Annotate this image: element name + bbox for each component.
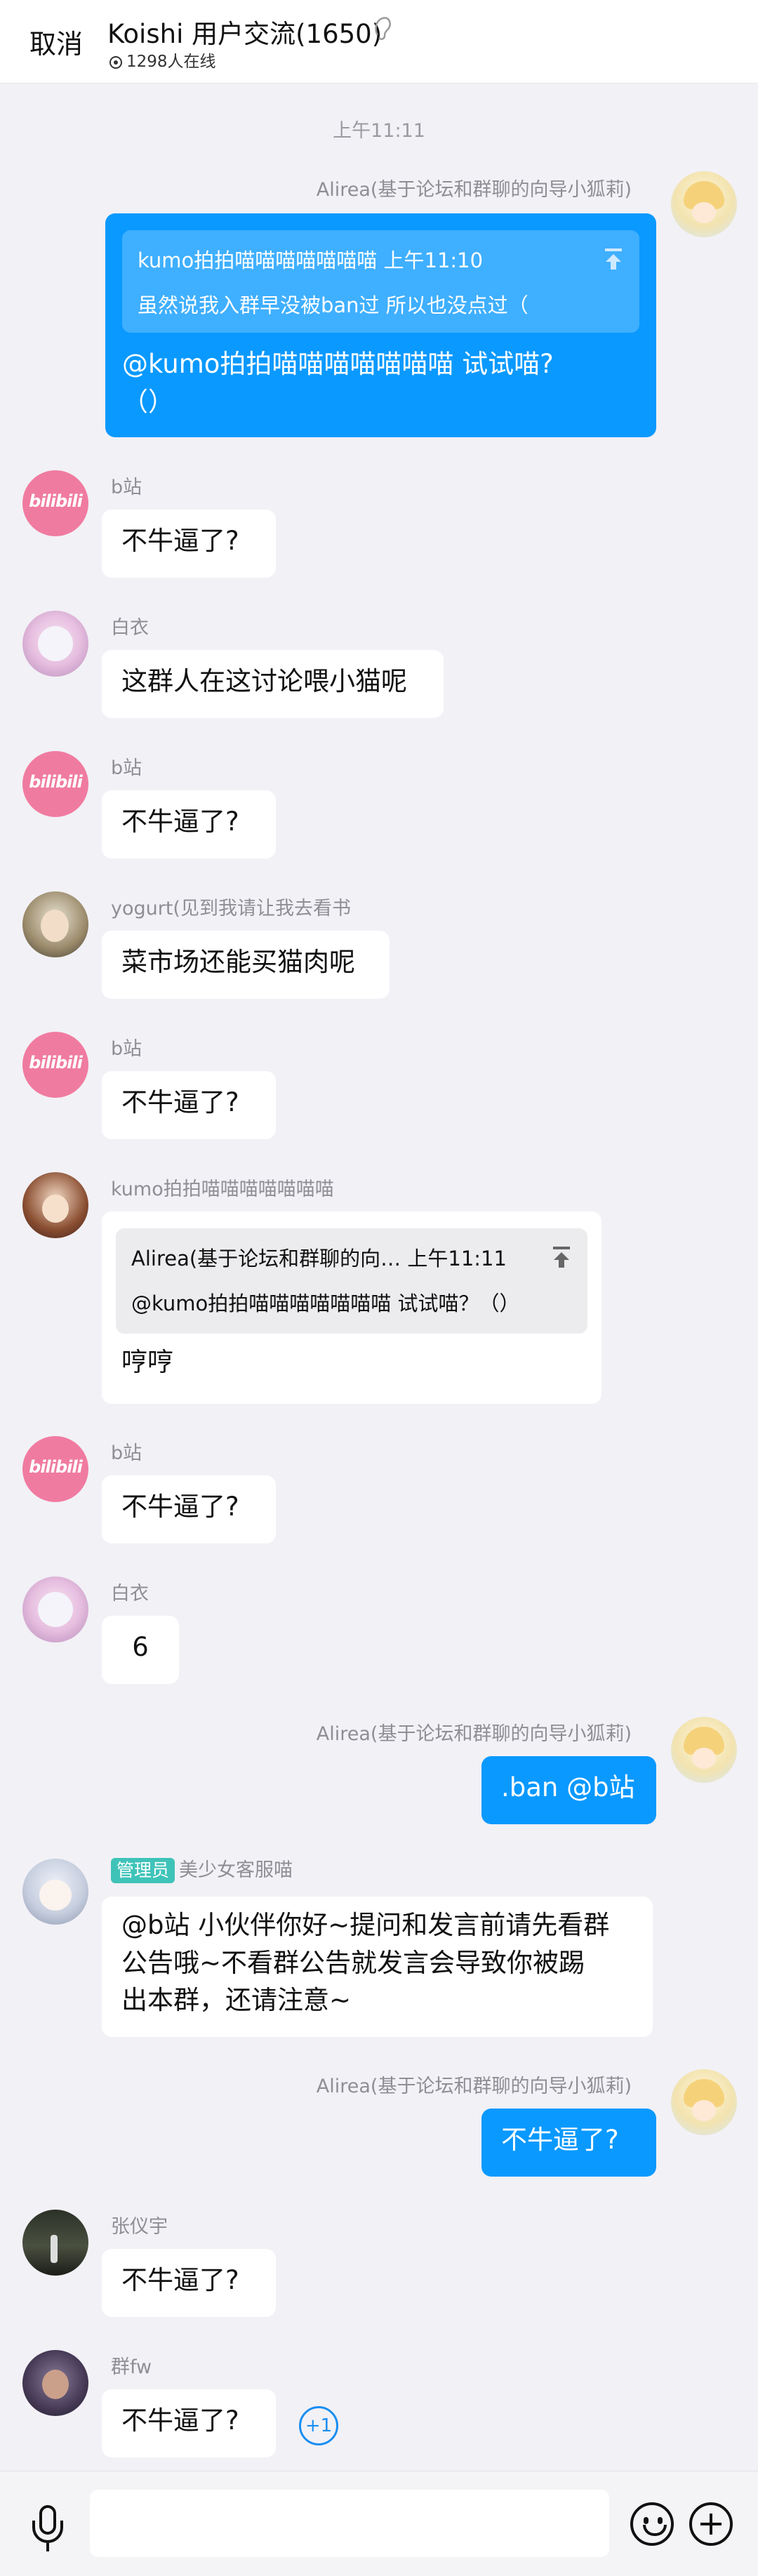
sender-name: Alirea(基于论坛和群聊的向导小狐莉)	[316, 179, 632, 201]
sender-name: kumo拍拍喵喵喵喵喵喵喵	[111, 1179, 334, 1200]
message-text: 哼哼	[121, 1347, 173, 1377]
bili-logo: bilibili	[29, 1457, 83, 1477]
admin-badge: 管理员	[111, 1858, 175, 1883]
message-bubble[interactable]: .ban @b站	[481, 1756, 656, 1824]
sender-name-text: 美少女客服喵	[179, 1859, 293, 1881]
message-bubble[interactable]: 这群人在这讨论喂小猫呢	[102, 650, 444, 718]
avatar[interactable]	[671, 2069, 737, 2135]
sender-name: yogurt(见到我请让我去看书	[111, 898, 351, 919]
sender-name: Alirea(基于论坛和群聊的向导小狐莉)	[316, 1723, 632, 1745]
avatar[interactable]	[671, 171, 737, 237]
message-bubble[interactable]: 不牛逼了?	[102, 1071, 276, 1139]
message-bubble[interactable]: kumo拍拍喵喵喵喵喵喵喵 上午11:10 虽然说我入群早没被ban过 所以也没…	[105, 213, 656, 437]
sender-name: b站	[111, 1442, 142, 1464]
message-bubble[interactable]: Alirea(基于论坛和群聊的向… 上午11:11 @kumo拍拍喵喵喵喵喵喵喵…	[102, 1211, 601, 1404]
sender-name: b站	[111, 757, 142, 779]
message-bubble[interactable]: 不牛逼了?	[102, 2389, 276, 2457]
sender-name: 白衣	[111, 1583, 149, 1605]
timestamp: 上午11:11	[333, 120, 425, 142]
mic-icon[interactable]	[28, 2505, 67, 2554]
avatar[interactable]	[22, 611, 88, 677]
avatar[interactable]: bilibili	[22, 470, 88, 536]
quote-header: kumo拍拍喵喵喵喵喵喵喵 上午11:10	[138, 248, 484, 272]
quoted-message[interactable]: kumo拍拍喵喵喵喵喵喵喵 上午11:10 虽然说我入群早没被ban过 所以也没…	[122, 230, 639, 333]
message-text: @b站 小伙伴你好~提问和发言前请先看群	[121, 1910, 610, 1940]
sender-name: b站	[111, 477, 142, 498]
avatar[interactable]	[22, 1172, 88, 1238]
avatar[interactable]	[22, 2350, 88, 2416]
plus-one-button[interactable]: +1	[299, 2406, 338, 2445]
sender-name: Alirea(基于论坛和群聊的向导小狐莉)	[316, 2076, 632, 2097]
message-bubble[interactable]: 菜市场还能买猫肉呢	[102, 931, 390, 999]
plus-icon[interactable]	[689, 2502, 733, 2546]
quoted-message[interactable]: Alirea(基于论坛和群聊的向… 上午11:11 @kumo拍拍喵喵喵喵喵喵喵…	[116, 1228, 587, 1334]
sender-name: b站	[111, 1038, 142, 1060]
bili-logo: bilibili	[29, 1053, 83, 1073]
avatar[interactable]	[22, 2210, 88, 2276]
avatar[interactable]	[22, 1576, 88, 1642]
avatar[interactable]	[671, 1717, 737, 1783]
message-bubble[interactable]: 6	[102, 1616, 179, 1684]
message-bubble[interactable]: 不牛逼了?	[102, 510, 276, 578]
chat-header: 取消 Koishi 用户交流(1650) 1298人在线	[0, 0, 758, 84]
online-status: 1298人在线	[109, 48, 216, 72]
message-bubble[interactable]: 不牛逼了?	[102, 2249, 276, 2317]
sender-name: 管理员 美少女客服喵	[111, 1854, 293, 1883]
input-bar	[0, 2471, 758, 2576]
online-icon	[109, 56, 122, 69]
message-text: 公告哦~不看群公告就发言会导致你被踢	[121, 1947, 585, 1978]
emoji-icon[interactable]	[630, 2502, 674, 2546]
quote-text: @kumo拍拍喵喵喵喵喵喵喵 试试喵？（）	[131, 1292, 520, 1316]
message-text: @kumo拍拍喵喵喵喵喵喵喵 试试喵?	[122, 349, 554, 379]
group-title[interactable]: Koishi 用户交流(1650)	[107, 13, 382, 51]
cancel-button[interactable]: 取消	[29, 22, 83, 61]
quote-header: Alirea(基于论坛和群聊的向… 上午11:11	[131, 1247, 507, 1270]
avatar[interactable]: bilibili	[22, 751, 88, 817]
sender-name: 白衣	[111, 617, 149, 639]
message-bubble[interactable]: @b站 小伙伴你好~提问和发言前请先看群 公告哦~不看群公告就发言会导致你被踢 …	[102, 1897, 653, 2037]
ear-icon[interactable]	[372, 14, 393, 42]
message-text: （）	[122, 386, 174, 417]
message-input[interactable]	[90, 2490, 609, 2557]
avatar[interactable]	[22, 891, 88, 957]
bili-logo: bilibili	[29, 772, 83, 792]
avatar[interactable]	[22, 1859, 88, 1925]
message-bubble[interactable]: 不牛逼了?	[102, 790, 276, 858]
avatar[interactable]: bilibili	[22, 1436, 88, 1502]
bili-logo: bilibili	[29, 491, 83, 511]
online-count: 1298人在线	[126, 53, 216, 71]
message-bubble[interactable]: 不牛逼了?	[102, 1475, 276, 1543]
sender-name: 群fw	[111, 2356, 152, 2378]
avatar[interactable]: bilibili	[22, 1032, 88, 1098]
sender-name: 张仪宇	[111, 2216, 168, 2238]
message-bubble[interactable]: 不牛逼了?	[481, 2109, 656, 2177]
message-text: 出本群，还请注意~	[121, 1985, 352, 2016]
quote-text: 虽然说我入群早没被ban过 所以也没点过（	[138, 293, 528, 318]
